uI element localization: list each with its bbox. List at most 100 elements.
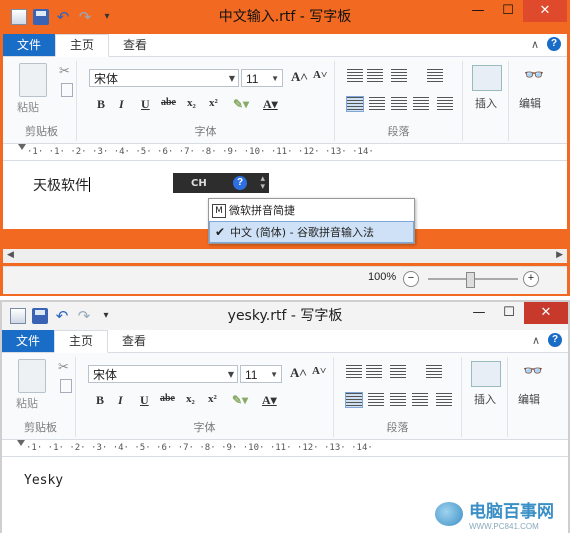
line-spacing-icon[interactable] bbox=[427, 69, 443, 83]
ime-help-icon[interactable]: ? bbox=[233, 176, 247, 190]
minimize-button[interactable]: — bbox=[464, 302, 494, 324]
decrease-indent-icon[interactable] bbox=[347, 69, 363, 83]
tab-home[interactable]: 主页 bbox=[55, 34, 110, 57]
redo-icon[interactable]: ↷ bbox=[76, 308, 92, 324]
zoom-slider[interactable] bbox=[428, 272, 518, 288]
indent-marker[interactable] bbox=[17, 440, 25, 446]
paste-icon[interactable] bbox=[18, 359, 46, 393]
close-button[interactable]: ✕ bbox=[523, 0, 567, 22]
font-name-select[interactable]: 宋体 ▼ bbox=[89, 69, 239, 87]
font-name-select[interactable]: 宋体 ▼ bbox=[88, 365, 238, 383]
ime-language-label[interactable]: CH bbox=[191, 178, 207, 189]
paragraph-settings-icon[interactable] bbox=[437, 97, 453, 111]
copy-icon[interactable] bbox=[60, 379, 72, 393]
underline-icon[interactable]: U bbox=[140, 393, 149, 408]
title-bar[interactable]: ↶ ↷ ▾ yesky.rtf - 写字板 — ☐ ✕ bbox=[2, 302, 568, 330]
increase-indent-icon[interactable] bbox=[367, 69, 383, 83]
paragraph-settings-icon[interactable] bbox=[436, 393, 452, 407]
app-icon[interactable] bbox=[10, 308, 26, 324]
shrink-font-icon[interactable]: A˅ bbox=[313, 69, 327, 81]
justify-icon[interactable] bbox=[413, 97, 429, 111]
group-editing[interactable]: 👓 编辑 bbox=[511, 61, 559, 141]
align-center-icon[interactable] bbox=[369, 97, 385, 111]
scroll-right-icon[interactable]: ▶ bbox=[556, 249, 563, 260]
ime-language-bar[interactable]: CH ? ▴ ▾ bbox=[173, 173, 269, 193]
bullets-icon[interactable] bbox=[391, 69, 407, 83]
italic-icon[interactable]: I bbox=[119, 97, 124, 112]
subscript-icon[interactable]: x₂ bbox=[187, 97, 196, 109]
app-icon[interactable] bbox=[11, 9, 27, 25]
customize-qat-icon[interactable]: ▾ bbox=[98, 308, 114, 324]
document-text[interactable]: Yesky bbox=[24, 473, 63, 488]
underline-icon[interactable]: U bbox=[141, 97, 150, 112]
grow-font-icon[interactable]: A˄ bbox=[291, 69, 308, 85]
align-right-icon[interactable] bbox=[391, 97, 407, 111]
zoom-out-icon[interactable]: − bbox=[403, 271, 419, 287]
group-insert[interactable]: 插入 bbox=[465, 61, 509, 141]
highlight-icon[interactable]: ✎▾ bbox=[232, 393, 248, 408]
superscript-icon[interactable]: x² bbox=[209, 97, 218, 109]
minimize-button[interactable]: — bbox=[463, 0, 493, 22]
zoom-in-icon[interactable]: + bbox=[523, 271, 539, 287]
bullets-icon[interactable] bbox=[390, 365, 406, 379]
paste-icon[interactable] bbox=[19, 63, 47, 97]
ime-updown-icon[interactable]: ▴ ▾ bbox=[260, 175, 265, 192]
scroll-left-icon[interactable]: ◀ bbox=[7, 249, 14, 260]
line-spacing-icon[interactable] bbox=[426, 365, 442, 379]
font-color-icon[interactable]: A▾ bbox=[262, 393, 277, 408]
cut-icon[interactable]: ✂ bbox=[59, 63, 70, 79]
font-color-icon[interactable]: A▾ bbox=[263, 97, 278, 112]
subscript-icon[interactable]: x₂ bbox=[186, 393, 195, 405]
undo-icon[interactable]: ↶ bbox=[54, 308, 70, 324]
document-area[interactable]: 天极软件 CH ? ▴ ▾ M 微软拼音简捷 ✔ 中文 (简体) - 谷歌拼音输入… bbox=[3, 161, 567, 244]
font-size-select[interactable]: 11 ▼ bbox=[240, 365, 282, 383]
superscript-icon[interactable]: x² bbox=[208, 393, 217, 405]
minimize-ribbon-icon[interactable]: ∧ bbox=[531, 38, 539, 51]
horizontal-scrollbar[interactable]: ◀ ▶ bbox=[3, 249, 567, 263]
copy-icon[interactable] bbox=[61, 83, 73, 97]
bold-icon[interactable]: B bbox=[97, 97, 105, 112]
italic-icon[interactable]: I bbox=[118, 393, 123, 408]
shrink-font-icon[interactable]: A˅ bbox=[312, 365, 326, 377]
close-button[interactable]: ✕ bbox=[524, 302, 568, 324]
tab-home[interactable]: 主页 bbox=[54, 330, 109, 353]
align-center-icon[interactable] bbox=[368, 393, 384, 407]
strikethrough-icon[interactable]: abe bbox=[161, 97, 176, 108]
increase-indent-icon[interactable] bbox=[366, 365, 382, 379]
tab-file[interactable]: 文件 bbox=[2, 330, 54, 352]
paste-label[interactable]: 粘贴 bbox=[17, 99, 39, 115]
document-area[interactable]: Yesky 电脑百事网 WWW.PC841.COM bbox=[2, 457, 568, 537]
minimize-ribbon-icon[interactable]: ∧ bbox=[532, 334, 540, 347]
maximize-button[interactable]: ☐ bbox=[493, 0, 523, 22]
maximize-button[interactable]: ☐ bbox=[494, 302, 524, 324]
bold-icon[interactable]: B bbox=[96, 393, 104, 408]
undo-icon[interactable]: ↶ bbox=[55, 9, 71, 25]
ruler[interactable]: ·1· ·1· ·2· ·3· ·4· ·5· ·6· ·7· ·8· ·9· … bbox=[3, 144, 567, 161]
redo-icon[interactable]: ↷ bbox=[77, 9, 93, 25]
grow-font-icon[interactable]: A˄ bbox=[290, 365, 307, 381]
justify-icon[interactable] bbox=[412, 393, 428, 407]
font-size-select[interactable]: 11 ▼ bbox=[241, 69, 283, 87]
align-left-icon[interactable] bbox=[346, 96, 364, 112]
document-text[interactable]: 天极软件 bbox=[33, 175, 90, 195]
title-bar[interactable]: ↶ ↷ ▾ 中文输入.rtf - 写字板 — ☐ ✕ bbox=[3, 0, 567, 34]
tab-view[interactable]: 查看 bbox=[108, 331, 160, 352]
tab-file[interactable]: 文件 bbox=[3, 34, 55, 56]
paste-label[interactable]: 粘贴 bbox=[16, 395, 38, 411]
align-left-icon[interactable] bbox=[345, 392, 363, 408]
ruler[interactable]: ·1· ·1· ·2· ·3· ·4· ·5· ·6· ·7· ·8· ·9· … bbox=[2, 440, 568, 457]
zoom-slider-thumb[interactable] bbox=[466, 272, 475, 288]
strikethrough-icon[interactable]: abe bbox=[160, 393, 175, 404]
highlight-icon[interactable]: ✎▾ bbox=[233, 97, 249, 112]
group-editing[interactable]: 👓 编辑 bbox=[510, 357, 558, 437]
help-icon[interactable]: ? bbox=[547, 37, 561, 51]
cut-icon[interactable]: ✂ bbox=[58, 359, 69, 375]
help-icon[interactable]: ? bbox=[548, 333, 562, 347]
group-insert[interactable]: 插入 bbox=[464, 357, 508, 437]
indent-marker[interactable] bbox=[18, 144, 26, 150]
customize-qat-icon[interactable]: ▾ bbox=[99, 9, 115, 25]
ime-menu-item[interactable]: M 微软拼音简捷 bbox=[209, 199, 414, 221]
save-icon[interactable] bbox=[33, 9, 49, 25]
ime-menu-item-selected[interactable]: ✔ 中文 (简体) - 谷歌拼音输入法 bbox=[209, 221, 414, 243]
save-icon[interactable] bbox=[32, 308, 48, 324]
